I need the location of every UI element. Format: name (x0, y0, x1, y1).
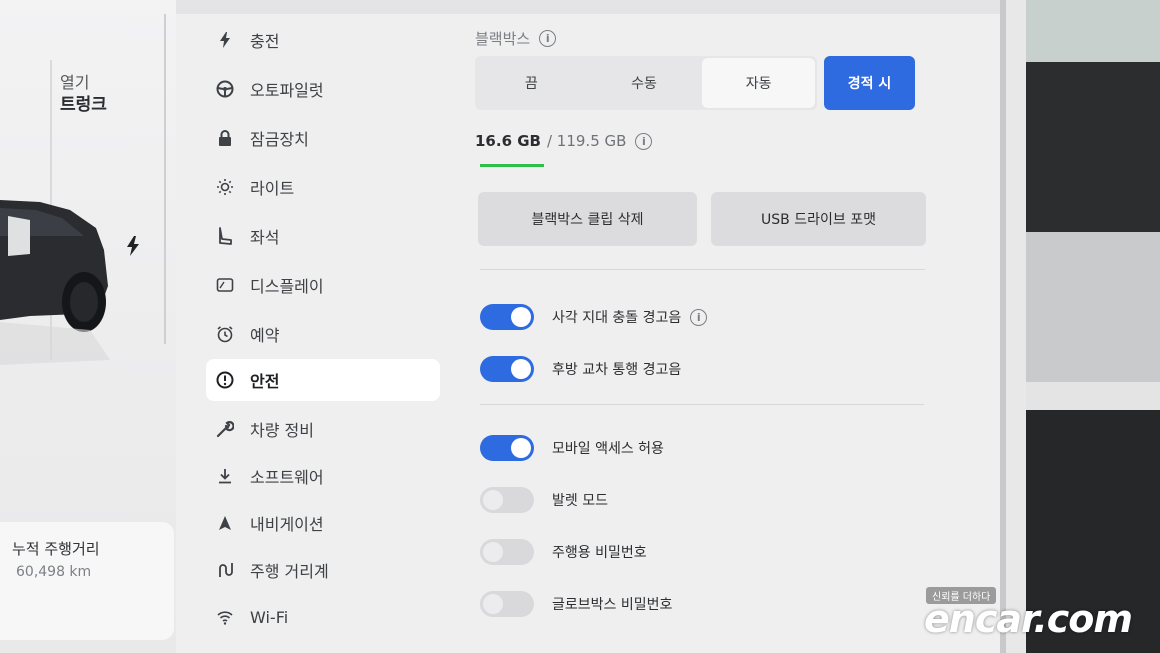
dashcam-option-manual[interactable]: 수동 (588, 56, 701, 110)
trunk-open-control[interactable]: 열기 트렁크 (60, 72, 107, 116)
storage-total: / 119.5 GB (546, 132, 627, 150)
sidebar-item-label: Wi-Fi (250, 607, 289, 627)
toggle-row-pin-to-drive: 주행용 비밀번호 (480, 537, 647, 567)
car-panel: 열기 트렁크 누적 주행거리 60,498 km (0, 0, 176, 653)
rear-cross-traffic-chime-toggle[interactable] (480, 356, 534, 382)
info-icon[interactable]: i (539, 30, 557, 47)
sidebar-item-schedule[interactable]: 예약 (206, 313, 440, 355)
info-icon[interactable]: i (690, 308, 708, 326)
dashcam-section-title: 블랙박스 i (475, 28, 557, 49)
storage-used: 16.6 GB (475, 132, 541, 150)
dashboard-upper (1026, 62, 1160, 232)
dashcam-mode-selector: 끔 수동 자동 (475, 56, 817, 110)
odometer-label: 누적 주행거리 (12, 540, 100, 558)
sidebar-item-label: 라이트 (250, 179, 295, 198)
toggle-label: 글로브박스 비밀번호 (552, 597, 673, 613)
sidebar-item-trips[interactable]: 주행 거리계 (206, 549, 440, 591)
toggle-label: 모바일 액세스 허용 (552, 441, 664, 457)
toggle-row-mobile-access: 모바일 액세스 허용 (480, 433, 664, 463)
toggle-label: 후방 교차 통행 경고음 (552, 362, 682, 378)
sidebar-item-seats[interactable]: 좌석 (206, 215, 440, 257)
navigation-arrow-icon (214, 512, 236, 534)
toggle-label: 사각 지대 충돌 경고음 (552, 310, 682, 326)
trip-icon (214, 559, 236, 581)
toggle-row-blind-spot-chime: 사각 지대 충돌 경고음 i (480, 302, 708, 332)
odometer-card: 누적 주행거리 60,498 km (0, 522, 174, 640)
alarm-clock-icon (214, 323, 236, 345)
display-icon (214, 274, 236, 296)
storage-readout: 16.6 GB / 119.5 GB i (475, 132, 653, 150)
sidebar-item-label: 내비게이션 (250, 515, 324, 534)
safety-settings-panel: 블랙박스 i 끔 수동 자동 경적 시 16.6 GB / 119.5 GB i… (460, 14, 930, 653)
sidebar-item-charging[interactable]: 충전 (206, 19, 440, 61)
steering-wheel-icon (214, 78, 236, 100)
sidebar-item-safety[interactable]: 안전 (206, 359, 440, 401)
lock-icon (214, 127, 236, 149)
storage-progress-bar (480, 164, 544, 167)
dashboard-trim (1026, 382, 1160, 410)
sidebar-item-label: 소프트웨어 (250, 468, 324, 487)
seat-icon (214, 225, 236, 247)
sidebar-item-label: 주행 거리계 (250, 562, 329, 581)
sidebar-item-label: 충전 (250, 32, 280, 51)
lightning-icon (214, 29, 236, 51)
sidebar-item-service[interactable]: 차량 정비 (206, 408, 440, 450)
sidebar-item-display[interactable]: 디스플레이 (206, 264, 440, 306)
windshield-area (1026, 0, 1160, 62)
glovebox-pin-toggle[interactable] (480, 591, 534, 617)
toggle-label: 주행용 비밀번호 (552, 545, 647, 561)
toggle-label: 발렛 모드 (552, 493, 608, 509)
sidebar-item-label: 잠금장치 (250, 130, 309, 149)
sidebar-item-label: 차량 정비 (250, 421, 314, 440)
wifi-icon (214, 606, 236, 628)
panel-divider (164, 14, 166, 344)
toggle-row-glovebox-pin: 글로브박스 비밀번호 (480, 589, 672, 619)
dashcam-on-honk-button[interactable]: 경적 시 (824, 56, 915, 110)
odometer-value: 60,498 km (16, 564, 92, 580)
sidebar-item-autopilot[interactable]: 오토파일럿 (206, 68, 440, 110)
mobile-access-toggle[interactable] (480, 435, 534, 461)
car-image (0, 200, 110, 365)
toggle-row-rear-cross-traffic: 후방 교차 통행 경고음 (480, 354, 681, 384)
divider (480, 269, 925, 270)
toggle-row-valet-mode: 발렛 모드 (480, 485, 608, 515)
sidebar-item-navigation[interactable]: 내비게이션 (206, 502, 440, 544)
format-usb-button[interactable]: USB 드라이브 포맷 (711, 192, 926, 246)
blind-spot-chime-toggle[interactable] (480, 304, 534, 330)
delete-dashcam-clips-button[interactable]: 블랙박스 클립 삭제 (478, 192, 697, 246)
dashcam-option-off[interactable]: 끔 (475, 56, 588, 110)
screen-bezel (1006, 0, 1026, 653)
download-icon (214, 465, 236, 487)
settings-sidebar: 충전 오토파일럿 잠금장치 라이트 좌석 디스플레이 예약 안전 차량 정비 소… (192, 14, 454, 653)
valet-mode-toggle[interactable] (480, 487, 534, 513)
sidebar-item-locks[interactable]: 잠금장치 (206, 117, 440, 159)
charging-bolt-icon (127, 236, 139, 256)
trunk-open-label: 열기 (60, 73, 90, 92)
trunk-label: 트렁크 (60, 95, 107, 115)
sidebar-item-label: 좌석 (250, 228, 280, 247)
pin-to-drive-toggle[interactable] (480, 539, 534, 565)
dashboard-panel (1026, 232, 1160, 382)
sidebar-item-label: 디스플레이 (250, 277, 324, 296)
info-icon[interactable]: i (635, 132, 653, 150)
dashcam-option-auto[interactable]: 자동 (702, 58, 816, 108)
sidebar-item-label: 안전 (250, 372, 280, 391)
sidebar-item-label: 오토파일럿 (250, 81, 324, 100)
sun-icon (214, 176, 236, 198)
watermark-logo: encar.com (924, 597, 1133, 641)
wrench-icon (214, 418, 236, 440)
encar-watermark: 신뢰를 더하다 encar.com (920, 585, 1160, 653)
sidebar-item-label: 예약 (250, 326, 280, 345)
sidebar-item-software[interactable]: 소프트웨어 (206, 455, 440, 497)
sidebar-item-lights[interactable]: 라이트 (206, 166, 440, 208)
sidebar-item-wifi[interactable]: Wi-Fi (206, 596, 440, 638)
dashcam-title: 블랙박스 (475, 30, 531, 48)
divider (480, 404, 924, 405)
alert-circle-icon (214, 369, 236, 391)
